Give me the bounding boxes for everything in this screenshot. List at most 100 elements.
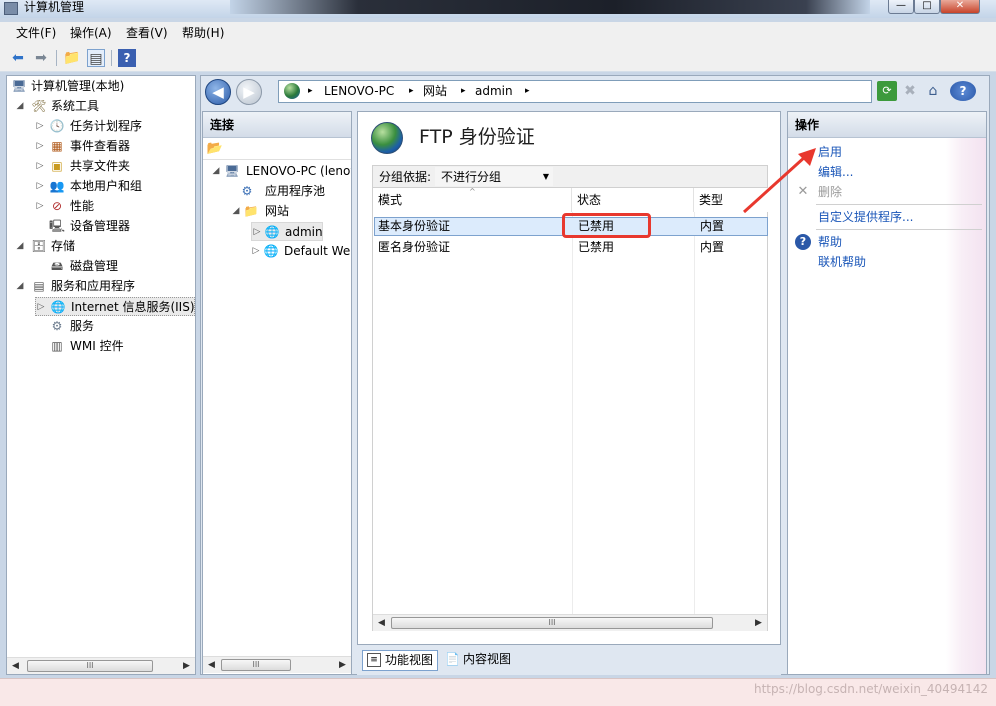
stop-icon[interactable]: ✖	[900, 81, 920, 101]
action-help[interactable]: 帮助	[818, 234, 842, 250]
action-enable[interactable]: 启用	[818, 144, 842, 160]
help-icon: ?	[795, 234, 811, 250]
scroll-thumb[interactable]: III	[221, 659, 291, 671]
cell-type[interactable]: 内置	[695, 238, 768, 257]
expand-triangle-icon[interactable]: ▷	[35, 177, 45, 196]
connect-folder-icon[interactable]: 📂	[206, 141, 224, 157]
nav-forward-button[interactable]: ▶	[236, 79, 262, 105]
menu-help[interactable]: 帮助(H)	[182, 25, 224, 41]
cell-mode[interactable]: 匿名身份验证	[373, 238, 572, 257]
scroll-left-arrow[interactable]: ◀	[373, 615, 390, 631]
performance-icon: ⊘	[51, 199, 63, 213]
conn-app-pools[interactable]: ⚙ 应用程序池	[239, 182, 351, 201]
globe-icon: 🌐	[263, 244, 279, 258]
console-tree: 🖥 计算机管理(本地) ◢ 🛠 系统工具 ▷ 🕓 任务计划程序 ▷ ▦ 事件查看…	[6, 75, 196, 675]
collapse-triangle-icon[interactable]: ◢	[15, 97, 25, 116]
scroll-thumb[interactable]: III	[391, 617, 713, 629]
group-by-label: 分组依据:	[379, 170, 432, 184]
column-header-mode[interactable]: 模式 ^	[373, 187, 572, 212]
services-apps-icon: ▤	[33, 279, 45, 293]
scroll-right-arrow[interactable]: ▶	[178, 658, 195, 674]
expand-triangle-icon[interactable]: ▷	[251, 242, 261, 261]
annotation-highlight-box	[562, 213, 651, 238]
action-delete[interactable]: 删除	[818, 184, 842, 200]
address-bar[interactable]: ▸ LENOVO-PC ▸ 网站 ▸ admin ▸	[278, 80, 872, 103]
sites-folder-icon: 📁	[243, 204, 259, 218]
tree-item-disk-management[interactable]: 🖴 磁盘管理	[35, 257, 193, 276]
tree-item-computer-management[interactable]: 🖥 计算机管理(本地)	[11, 77, 191, 96]
forward-arrow-icon[interactable]: ➡	[32, 49, 50, 67]
collapse-triangle-icon[interactable]: ◢	[211, 162, 221, 181]
grid-horizontal-scrollbar[interactable]: ◀ III ▶	[373, 614, 767, 631]
ftp-auth-globe-icon	[371, 122, 403, 154]
tree-item-iis[interactable]: ▷ 🌐 Internet 信息服务(IIS)管	[35, 297, 195, 316]
tree-item-shared-folders[interactable]: ▷ ▣ 共享文件夹	[35, 157, 193, 176]
tree-item-task-scheduler[interactable]: ▷ 🕓 任务计划程序	[35, 117, 193, 136]
help-dropdown-icon[interactable]: ?	[950, 81, 976, 101]
conn-site-default[interactable]: ▷ 🌐 Default Web	[251, 242, 351, 261]
expand-triangle-icon[interactable]: ▷	[36, 298, 46, 315]
breadcrumb-admin[interactable]: admin	[475, 83, 513, 100]
tree-item-system-tools[interactable]: ◢ 🛠 系统工具	[15, 97, 193, 116]
scroll-left-arrow[interactable]: ◀	[203, 657, 220, 673]
menu-view[interactable]: 查看(V)	[126, 25, 168, 41]
breadcrumb-sites[interactable]: 网站	[423, 83, 447, 100]
tree-item-performance[interactable]: ▷ ⊘ 性能	[35, 197, 193, 216]
show-hide-tree-icon[interactable]: ▤	[87, 49, 105, 67]
connections-divider	[203, 159, 351, 160]
expand-triangle-icon[interactable]: ▷	[252, 223, 262, 242]
expand-triangle-icon[interactable]: ▷	[35, 137, 45, 156]
connections-horizontal-scrollbar[interactable]: ◀ III ▶	[203, 656, 351, 673]
action-custom-providers[interactable]: 自定义提供程序...	[818, 209, 913, 225]
tab-content-view[interactable]: 📄 内容视图	[441, 650, 515, 671]
tree-item-event-viewer[interactable]: ▷ ▦ 事件查看器	[35, 137, 193, 156]
tab-features-view[interactable]: ≡ 功能视图	[362, 650, 439, 671]
scroll-right-arrow[interactable]: ▶	[750, 615, 767, 631]
menu-action[interactable]: 操作(A)	[70, 25, 112, 41]
menu-file[interactable]: 文件(F)	[16, 25, 56, 41]
scroll-left-arrow[interactable]: ◀	[7, 658, 24, 674]
conn-server[interactable]: ◢ 🖥 LENOVO-PC (lenovo	[211, 162, 351, 181]
menu-bar: 文件(F) 操作(A) 查看(V) 帮助(H)	[0, 22, 996, 44]
conn-site-admin[interactable]: ▷ 🌐 admin	[251, 222, 323, 241]
home-icon[interactable]: ⌂	[923, 81, 943, 101]
tree-item-storage[interactable]: ◢ 🗄 存储	[15, 237, 193, 256]
back-arrow-icon[interactable]: ⬅	[9, 49, 27, 67]
cell-status[interactable]: 已禁用	[573, 238, 694, 257]
collapse-triangle-icon[interactable]: ◢	[15, 277, 25, 296]
maximize-button[interactable]: □	[914, 0, 940, 14]
device-manager-icon: 🖳	[49, 219, 66, 233]
expand-triangle-icon[interactable]: ▷	[35, 117, 45, 136]
minimize-button[interactable]: —	[888, 0, 914, 14]
tree-horizontal-scrollbar[interactable]: ◀ III ▶	[7, 657, 195, 674]
cell-type[interactable]: 内置	[695, 217, 768, 236]
expand-triangle-icon[interactable]: ▷	[35, 197, 45, 216]
action-online-help[interactable]: 联机帮助	[818, 254, 866, 270]
column-header-status[interactable]: 状态	[572, 188, 694, 212]
scroll-right-arrow[interactable]: ▶	[334, 657, 351, 673]
nav-back-button[interactable]: ◀	[205, 79, 231, 105]
tree-item-services-apps[interactable]: ◢ ▤ 服务和应用程序	[15, 277, 193, 296]
refresh-icon[interactable]: ⟳	[877, 81, 897, 101]
iis-icon: 🌐	[50, 300, 66, 314]
toolbar-separator	[56, 50, 57, 66]
conn-sites[interactable]: ◢ 📁 网站	[231, 202, 351, 221]
tree-item-local-users[interactable]: ▷ 👥 本地用户和组	[35, 177, 193, 196]
tree-item-wmi[interactable]: ▥ WMI 控件	[35, 337, 193, 356]
wmi-icon: ▥	[51, 339, 63, 353]
group-by-select[interactable]: 不进行分组 ▼	[435, 167, 553, 186]
tree-item-device-manager[interactable]: 🖳 设备管理器	[35, 217, 193, 236]
group-by-bar: 分组依据: 不进行分组 ▼	[372, 165, 768, 187]
cell-mode[interactable]: 基本身份验证	[373, 217, 572, 236]
up-folder-icon[interactable]: 📁	[63, 49, 81, 67]
help-book-icon[interactable]: ?	[118, 49, 136, 67]
action-edit[interactable]: 编辑...	[818, 164, 853, 180]
close-button[interactable]: ✕	[940, 0, 980, 14]
clock-icon: 🕓	[49, 119, 65, 133]
scroll-thumb[interactable]: III	[27, 660, 153, 672]
collapse-triangle-icon[interactable]: ◢	[15, 237, 25, 256]
collapse-triangle-icon[interactable]: ◢	[231, 202, 241, 221]
expand-triangle-icon[interactable]: ▷	[35, 157, 45, 176]
breadcrumb-server[interactable]: LENOVO-PC	[324, 83, 394, 100]
tree-item-services[interactable]: ⚙ 服务	[35, 317, 193, 336]
